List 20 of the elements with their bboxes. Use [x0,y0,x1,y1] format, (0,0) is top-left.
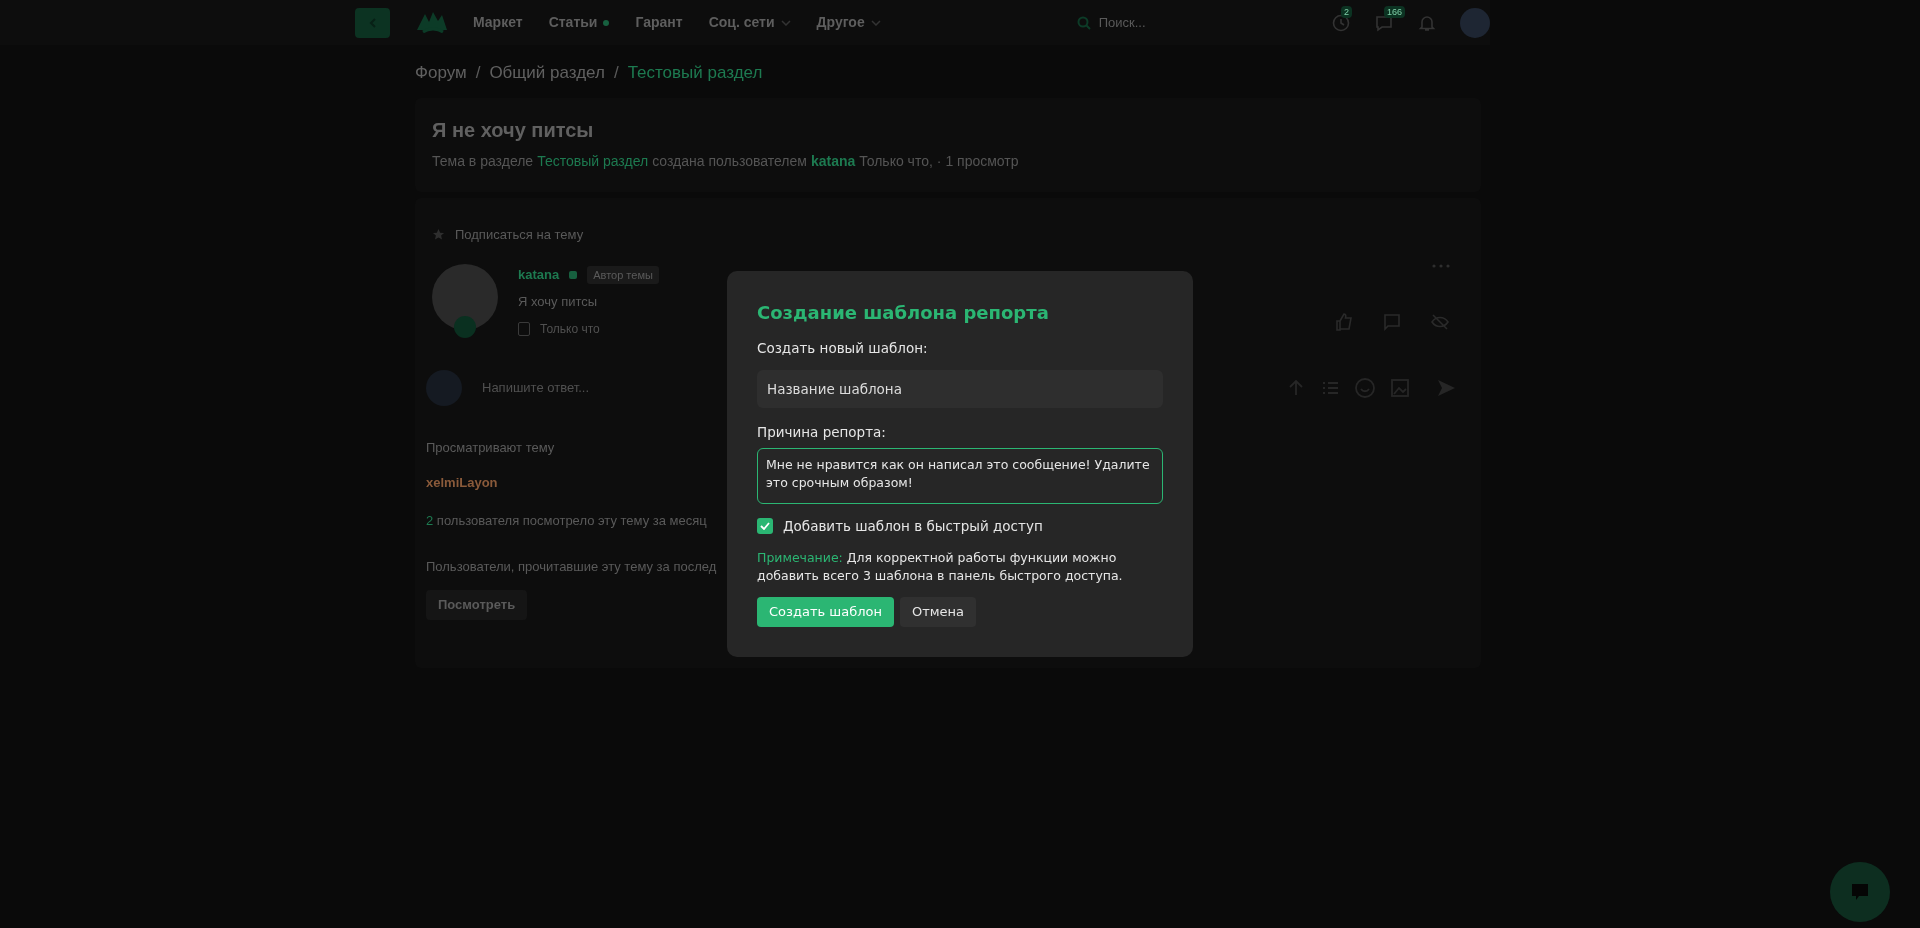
thread-meta-text: Тема в разделе [432,152,534,171]
section-title: Просматривают тему [426,439,555,457]
view-count-text: 2 пользователя посмотрело эту тему за месяц [426,512,707,530]
thread-meta-text: · 1 просмотр [936,152,1019,171]
post-time: Только что [540,320,600,338]
note-text: Примечание: Для корректной работы функции можно добавить всего 3 шаблона в панель быстрого доступа. [757,548,1124,585]
notification-badge: 2 [1341,5,1352,18]
breadcrumb-separator: / [475,61,481,84]
thread-meta-text: создана пользователем [652,152,807,171]
field-label: Причина репорта: [757,423,887,443]
post-text: Я хочу питсы [518,293,598,311]
checkbox-label: Добавить шаблон в быстрый доступ [783,516,1043,536]
dialog-title: Создание шаблона репорта [757,301,1050,326]
thread-meta-text: Только что, [859,152,933,171]
thread-title: Я не хочу питсы [432,118,595,143]
notification-badge: 166 [1384,5,1406,18]
author-badge: Автор темы [587,266,659,284]
breadcrumb-separator: / [613,61,619,84]
readers-text: Пользователи, прочитавшие эту тему за послед [426,557,717,576]
field-label: Создать новый шаблон: [757,339,929,359]
